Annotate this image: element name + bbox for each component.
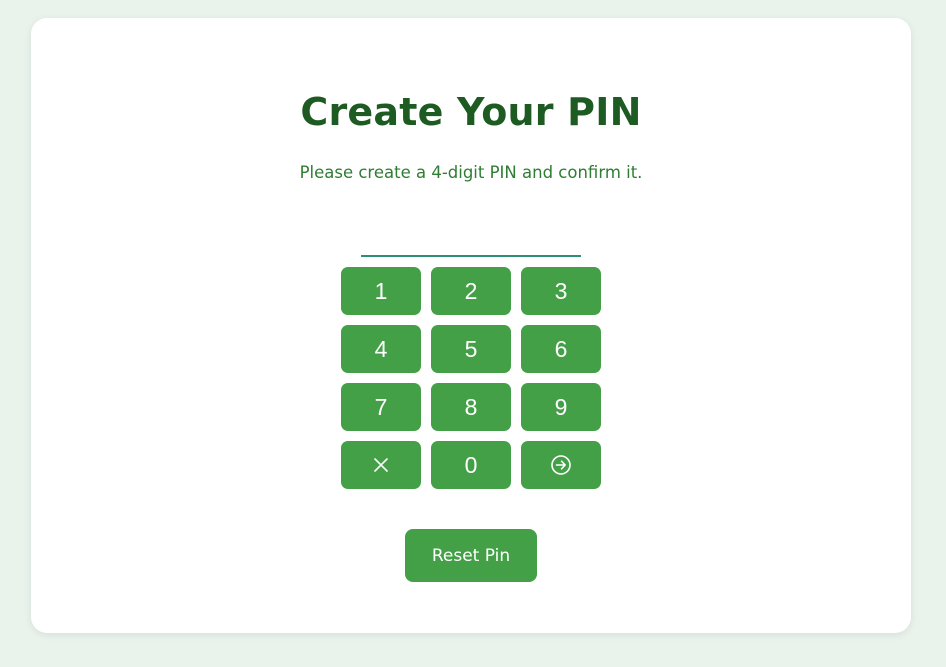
close-icon [373,457,389,473]
pin-input[interactable] [361,240,581,257]
key-4[interactable]: 4 [341,325,421,373]
key-2[interactable]: 2 [431,267,511,315]
key-9[interactable]: 9 [521,383,601,431]
key-7[interactable]: 7 [341,383,421,431]
keypad: 1 2 3 4 5 6 7 8 9 0 [341,267,601,489]
page-title: Create Your PIN [300,90,642,134]
reset-pin-button[interactable]: Reset Pin [405,529,537,582]
key-8[interactable]: 8 [431,383,511,431]
key-6[interactable]: 6 [521,325,601,373]
key-5[interactable]: 5 [431,325,511,373]
key-3[interactable]: 3 [521,267,601,315]
arrow-right-circle-icon [550,454,572,476]
submit-button[interactable] [521,441,601,489]
clear-button[interactable] [341,441,421,489]
pin-card: Create Your PIN Please create a 4-digit … [31,18,911,633]
key-1[interactable]: 1 [341,267,421,315]
key-0[interactable]: 0 [431,441,511,489]
page-subtitle: Please create a 4-digit PIN and confirm … [299,163,643,182]
